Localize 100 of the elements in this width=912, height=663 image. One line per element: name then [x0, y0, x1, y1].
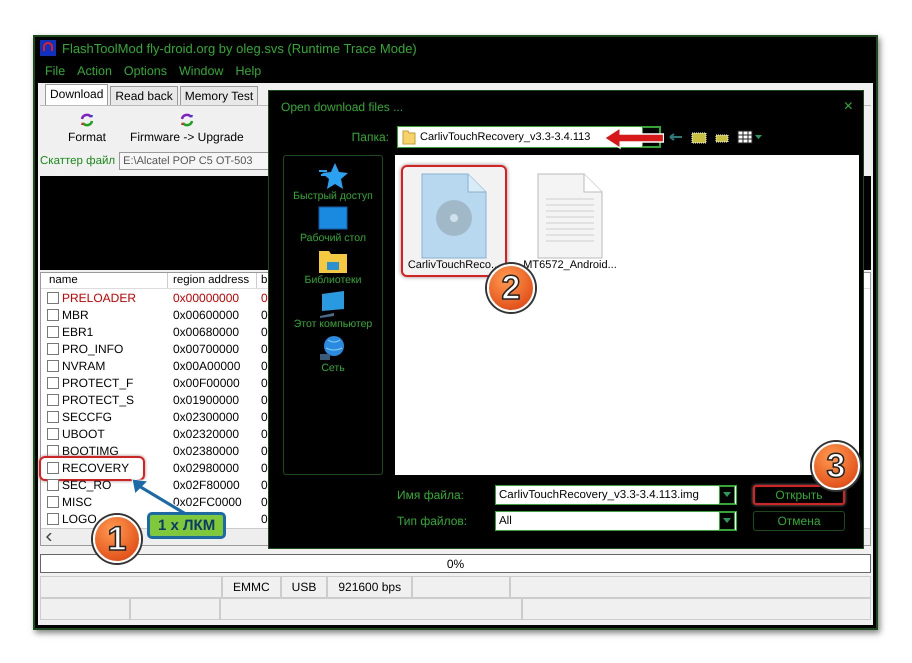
table-cell: 0 — [261, 410, 268, 424]
table-cell: 0x01900000 — [173, 392, 240, 406]
table-cell: 0x00F00000 — [173, 376, 240, 390]
folder-icon — [402, 129, 416, 145]
checkbox[interactable] — [47, 360, 59, 372]
dropdown-arrow-icon[interactable] — [723, 518, 731, 524]
checkbox[interactable] — [47, 342, 59, 354]
partition-name: PRELOADER — [62, 290, 136, 304]
partition-name: RECOVERY — [62, 460, 130, 474]
toolbar-button[interactable]: Format — [68, 112, 106, 144]
partition-name: UBOOT — [62, 426, 105, 440]
partition-name: NVRAM — [62, 358, 106, 372]
table-cell: 0 — [261, 512, 268, 526]
toolbar-button[interactable]: Firmware -> Upgrade — [130, 112, 244, 144]
dialog-button[interactable]: Отмена — [753, 511, 845, 531]
table-cell: 0 — [261, 308, 268, 322]
table-cell: 0x02320000 — [173, 426, 240, 440]
table-cell: 0x00680000 — [173, 324, 240, 338]
checkbox[interactable] — [47, 478, 59, 490]
dialog-title: Open download files ... — [281, 100, 404, 114]
pointer-arrow — [603, 126, 665, 150]
menu-item[interactable]: Window — [179, 64, 224, 78]
library-folder-icon — [318, 248, 348, 274]
checkbox[interactable] — [47, 462, 59, 474]
refresh-icon — [178, 112, 195, 128]
disc-image-icon — [421, 173, 487, 259]
partition-name: SECCFG — [62, 410, 112, 424]
scatter-file-field[interactable]: E:\Alcatel POP C5 OT-503 — [119, 152, 270, 170]
partition-name: MBR — [62, 308, 89, 322]
checkbox[interactable] — [47, 512, 59, 524]
menu-item[interactable]: Action — [77, 64, 112, 78]
scatter-file-label: Скаттер файл — [40, 155, 116, 167]
table-cell: 0x02F80000 — [173, 478, 240, 492]
menu-item[interactable]: Help — [235, 64, 262, 78]
partition-name: PROTECT_S — [62, 392, 134, 406]
checkbox[interactable] — [47, 496, 59, 508]
table-cell: 0x02980000 — [173, 460, 240, 474]
table-cell: 0x00700000 — [173, 342, 240, 356]
place-item[interactable]: Библиотеки — [304, 248, 362, 286]
status-field: USB — [280, 576, 328, 598]
checkbox[interactable] — [47, 394, 59, 406]
status-field: EMMC — [222, 576, 281, 598]
partition-name: MISC — [62, 494, 92, 508]
desktop-icon — [318, 206, 348, 232]
table-cell: 0 — [261, 290, 268, 304]
partition-name: PROTECT_F — [62, 376, 134, 390]
partition-name: SEC_RO — [62, 478, 112, 492]
table-cell: 0x00A00000 — [173, 358, 240, 372]
table-cell: 0 — [261, 324, 268, 338]
close-button[interactable]: × — [844, 98, 853, 116]
folder-dropdown[interactable]: CarlivTouchRecovery_v3.3-3.4.113 — [397, 126, 661, 148]
column-header[interactable]: region address — [168, 273, 257, 288]
tab[interactable]: Memory Test — [180, 86, 258, 105]
back-arrow-icon[interactable] — [669, 132, 683, 142]
table-cell: 0x00000000 — [173, 290, 240, 304]
checkbox[interactable] — [47, 376, 59, 388]
menu-item[interactable]: Options — [124, 64, 167, 78]
place-item[interactable]: Этот компьютер — [294, 290, 372, 330]
status-field: 921600 bps — [327, 576, 412, 598]
callout-label: 1 x ЛКМ — [147, 512, 226, 539]
view-menu-icon[interactable] — [737, 130, 763, 144]
place-item[interactable]: Быстрый доступ — [293, 162, 373, 202]
file-type-label: Тип файлов: — [397, 514, 468, 528]
dialog-button[interactable]: Открыть — [753, 485, 845, 505]
table-cell: 0 — [261, 342, 268, 356]
checkbox[interactable] — [47, 326, 59, 338]
checkbox[interactable] — [47, 308, 59, 320]
checkbox[interactable] — [47, 292, 59, 304]
table-cell: 0 — [261, 392, 268, 406]
partition-name: EBR1 — [62, 324, 94, 338]
table-cell: 0 — [261, 478, 268, 492]
folder-label: Папка: — [350, 130, 389, 144]
place-item[interactable]: Сеть — [318, 334, 348, 374]
tab[interactable]: Download — [45, 84, 108, 105]
file-name-label: Имя файла: — [397, 488, 465, 502]
table-cell: 0x02300000 — [173, 410, 240, 424]
table-cell: 0 — [261, 494, 268, 508]
checkbox[interactable] — [47, 410, 59, 422]
checkbox[interactable] — [47, 428, 59, 440]
column-header[interactable]: name — [41, 273, 168, 288]
table-cell: 0 — [261, 460, 268, 474]
text-file[interactable]: MT6572_Android... — [517, 165, 623, 277]
table-cell: 0x02FC0000 — [173, 494, 242, 508]
table-cell: 0x00600000 — [173, 308, 240, 322]
tab[interactable]: Read back — [110, 86, 178, 105]
partition-name: BOOTIMG — [62, 444, 119, 458]
table-cell: 0x02380000 — [173, 444, 240, 458]
dropdown-arrow-icon[interactable] — [723, 492, 731, 498]
menu-item[interactable]: File — [45, 64, 66, 78]
star-icon — [318, 162, 348, 190]
file-name-field[interactable]: CarlivTouchRecovery_v3.3-3.4.113.img — [495, 485, 737, 505]
window-title: FlashToolMod fly-droid.org by oleg.svs (Runtime Trace Mode) — [62, 40, 417, 56]
file-type-dropdown[interactable]: All — [495, 511, 737, 531]
partition-name: PRO_INFO — [62, 342, 124, 356]
app-icon — [40, 40, 56, 56]
refresh-icon — [79, 112, 95, 128]
table-cell: 0 — [261, 358, 268, 372]
place-item[interactable]: Рабочий стол — [300, 206, 366, 244]
table-cell: 0 — [261, 444, 268, 458]
checkbox[interactable] — [47, 444, 59, 456]
